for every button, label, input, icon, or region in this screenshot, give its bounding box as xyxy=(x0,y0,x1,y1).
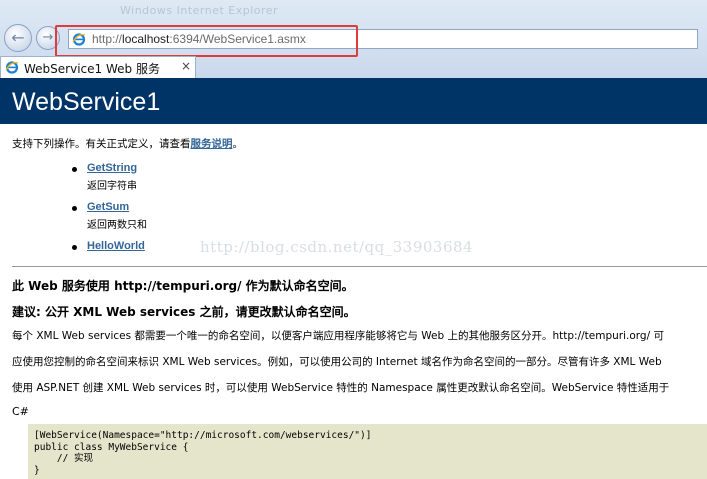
code-sample-block: [WebService(Namespace="http://microsoft.… xyxy=(28,424,707,479)
tab-webservice1[interactable]: WebService1 Web 服务 × xyxy=(0,56,196,78)
back-button[interactable]: ← xyxy=(4,24,32,52)
intro-label: 支持下列操作。有关正式定义，请查看 xyxy=(12,138,191,150)
operation-link-helloworld[interactable]: HelloWorld xyxy=(87,240,145,252)
paragraph: 使用 ASP.NET 创建 XML Web services 时，可以使用 We… xyxy=(12,382,670,394)
paragraph: 每个 XML Web services 都需要一个唯一的命名空间，以便客户端应用… xyxy=(12,330,664,342)
ie-logo-icon xyxy=(5,61,19,74)
code-sample: [WebService(Namespace="http://microsoft.… xyxy=(34,430,372,476)
service-description-link[interactable]: 服务说明 xyxy=(191,138,233,150)
address-highlight-box xyxy=(55,25,358,57)
page-title: WebService1 xyxy=(12,88,161,116)
tab-close-button[interactable]: × xyxy=(181,59,191,73)
intro-end: 。 xyxy=(232,138,244,150)
namespace-heading: 此 Web 服务使用 http://tempuri.org/ 作为默认命名空间。 xyxy=(12,279,354,293)
operation-link-getstring[interactable]: GetString xyxy=(87,162,137,174)
watermark-text: http://blog.csdn.net/qq_33903684 xyxy=(200,238,474,256)
paragraph: 应使用您控制的命名空间来标识 XML Web services。例如，可以使用公… xyxy=(12,356,662,368)
bullet-icon xyxy=(72,245,77,250)
intro-text: 支持下列操作。有关正式定义，请查看服务说明。 xyxy=(12,136,243,151)
code-language-label: C# xyxy=(12,405,29,418)
operation-link-getsum[interactable]: GetSum xyxy=(87,201,129,213)
bullet-icon xyxy=(72,167,77,172)
window-title: Windows Internet Explorer xyxy=(120,4,279,17)
operation-description: 返回字符串 xyxy=(87,181,137,192)
operation-description: 返回两数只和 xyxy=(87,220,147,231)
tab-title: WebService1 Web 服务 xyxy=(24,62,160,76)
arrow-left-icon: ← xyxy=(11,28,25,47)
arrow-right-icon: → xyxy=(42,30,54,45)
browser-chrome: Windows Internet Explorer ← → http://loc… xyxy=(0,0,707,78)
bullet-icon xyxy=(72,206,77,211)
page-banner: WebService1 xyxy=(0,78,707,124)
namespace-advice: 建议: 公开 XML Web services 之前，请更改默认命名空间。 xyxy=(12,305,356,319)
divider xyxy=(12,266,707,267)
